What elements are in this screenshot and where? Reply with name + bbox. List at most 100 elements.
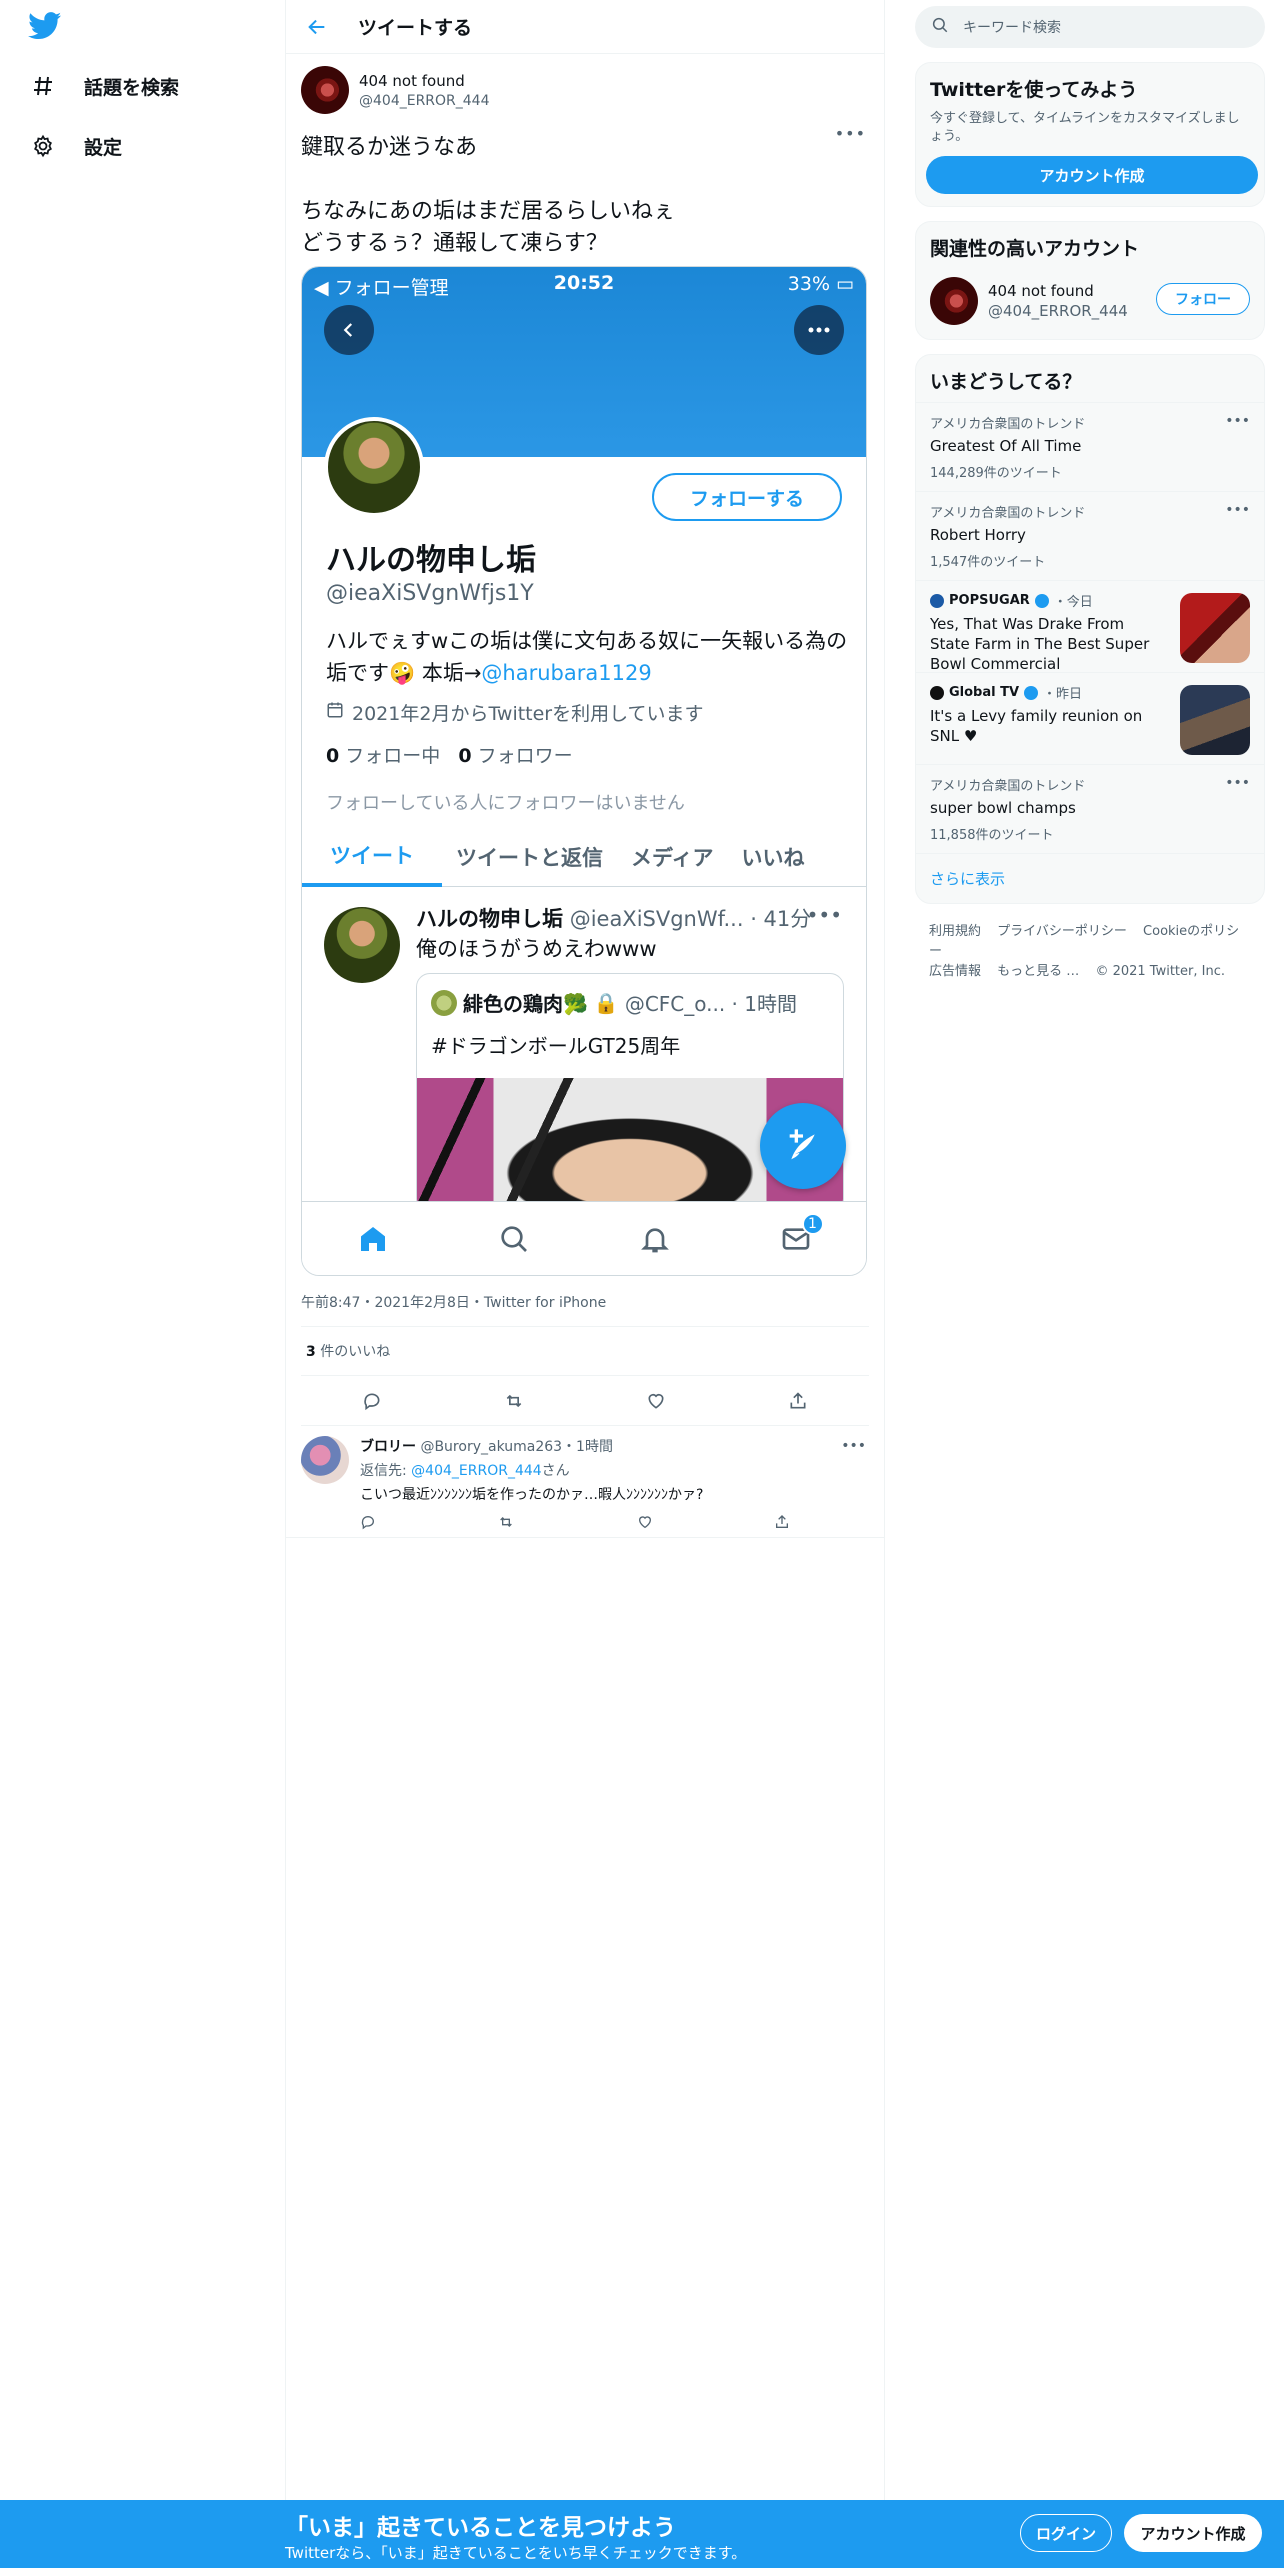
trend-context: アメリカ合衆国のトレンド (930, 506, 1086, 521)
search-icon (931, 16, 949, 38)
login-button[interactable]: ログイン (1020, 2514, 1112, 2552)
likes-number: 3 (306, 1344, 316, 1360)
trend-item[interactable]: アメリカ合衆国のトレンド super bowl champs 11,858件のツ… (916, 764, 1264, 853)
hashtag-icon (28, 71, 58, 101)
signup-card-title: Twitterを使ってみよう (930, 79, 1138, 101)
tweet-author[interactable]: 404 not found @404_ERROR_444 (301, 64, 869, 116)
main-tweet: 404 not found @404_ERROR_444 ••• 鍵取るか迷うな… (286, 54, 884, 1426)
retweet-icon[interactable] (499, 1386, 529, 1416)
phone-status-bar: ◀ フォロー管理 20:52 33% ▭ (302, 271, 866, 299)
reply-name[interactable]: ブロリー (360, 1439, 416, 1455)
trend-item[interactable]: アメリカ合衆国のトレンド Robert Horry 1,547件のツイート ••… (916, 491, 1264, 580)
reply-avatar[interactable] (301, 1436, 349, 1484)
signup-card-subtitle: 今すぐ登録して、タイムラインをカスタマイズしましょう。 (930, 111, 1240, 144)
tweet-actions (301, 1376, 869, 1426)
related-title: 関連性の高いアカウント (930, 238, 1140, 260)
trends-title: いまどうしてる？ (930, 371, 1082, 393)
show-more-link[interactable]: さらに表示 (916, 853, 1264, 903)
nav-settings-label: 設定 (84, 136, 123, 159)
tab-tweets-replies: ツイートと返信 (456, 846, 603, 870)
news-time: ・今日 (1053, 595, 1093, 610)
related-account[interactable]: 404 not found @404_ERROR_444 フォロー (916, 269, 1264, 339)
right-sidebar: キーワード検索 Twitterを使ってみよう 今すぐ登録して、タイムラインをカス… (915, 0, 1265, 1000)
twitter-logo-icon[interactable] (28, 12, 64, 42)
banner-title: 「いま」起きていることを見つけよう (285, 2515, 676, 2541)
tab-likes: いいね (741, 846, 805, 870)
footer-link[interactable]: 広告情報 (929, 964, 981, 979)
retweet-icon[interactable] (497, 1514, 515, 1534)
footer-link[interactable]: もっと見る … (997, 964, 1079, 979)
more-icon[interactable]: ••• (835, 124, 866, 143)
footer-link[interactable]: プライバシーポリシー (997, 924, 1127, 939)
nav-explore[interactable]: 話題を検索 (28, 66, 179, 106)
reply-icon[interactable] (357, 1386, 387, 1416)
news-thumbnail (1180, 685, 1250, 755)
author-name[interactable]: 404 not found (359, 72, 490, 90)
likes-label: 件のいいね (315, 1344, 391, 1360)
profile-bio: ハルでぇすwこの垢は僕に文句ある奴に一矢報いる為の垢です🤪 本垢→@haruba… (326, 625, 856, 689)
signup-button[interactable]: アカウント作成 (1124, 2514, 1262, 2552)
signup-banner: 「いま」起きていることを見つけよう Twitterなら、「いま」起きていることを… (0, 2500, 1284, 2568)
share-icon[interactable] (774, 1514, 790, 1534)
avatar[interactable] (930, 277, 978, 325)
compose-feather-icon (760, 1103, 846, 1189)
reply-icon[interactable] (360, 1514, 376, 1534)
trend-name: super bowl champs (930, 799, 1076, 817)
trend-name: Greatest Of All Time (930, 437, 1082, 455)
trend-count: 11,858件のツイート (930, 828, 1054, 843)
bell-icon (635, 1219, 675, 1259)
avatar[interactable] (301, 66, 349, 114)
followers-count: 0 (458, 745, 472, 767)
screenshot-follow-button: フォローする (652, 473, 842, 521)
related-handle[interactable]: @404_ERROR_444 (988, 302, 1128, 320)
trend-more-icon[interactable]: ••• (1225, 502, 1250, 518)
news-headline: Yes, That Was Drake From State Farm in T… (930, 615, 1150, 673)
author-handle[interactable]: @404_ERROR_444 (359, 93, 490, 109)
left-nav: 話題を検索 設定 (0, 0, 285, 2500)
main-column: ツイートする 404 not found @404_ERROR_444 ••• … (285, 0, 885, 2500)
screenshot-bottom-tabs: 1 (302, 1201, 866, 1275)
news-item[interactable]: Global TV ・昨日 It's a Levy family reunion… (916, 672, 1264, 764)
footer-link[interactable]: 利用規約 (929, 924, 981, 939)
search-input[interactable]: キーワード検索 (963, 17, 1061, 37)
gear-icon (28, 131, 58, 161)
inner-tweet-header: ハルの物申し垢 @ieaXiSVgnWf... · 41分 (416, 903, 811, 933)
search-icon (494, 1219, 534, 1259)
inner-more-icon: ••• (806, 903, 842, 927)
trends-card: いまどうしてる？ アメリカ合衆国のトレンド Greatest Of All Ti… (915, 354, 1265, 904)
nav-explore-label: 話題を検索 (84, 76, 180, 99)
tweet-image[interactable]: ◀ フォロー管理 20:52 33% ▭ フォローする ハルの物申し垢 @iea… (301, 266, 867, 1276)
profile-name: ハルの物申し垢 (326, 543, 536, 578)
tab-tweets: ツイート (302, 827, 442, 887)
home-icon (353, 1219, 393, 1259)
nav-settings[interactable]: 設定 (28, 126, 122, 166)
news-item[interactable]: POPSUGAR ・今日 Yes, That Was Drake From St… (916, 580, 1264, 673)
following-label: フォロー中 (339, 745, 441, 767)
news-thumbnail (1180, 593, 1250, 663)
like-heart-icon[interactable] (637, 1514, 653, 1534)
likes-count[interactable]: 3 件のいいね (301, 1327, 869, 1376)
reply-handle-time[interactable]: @Burory_akuma263・1時間 (420, 1439, 613, 1455)
reply-to-handle[interactable]: @404_ERROR_444 (411, 1463, 542, 1479)
verified-icon (1024, 685, 1039, 700)
search-bar[interactable]: キーワード検索 (915, 6, 1265, 48)
trend-context: アメリカ合衆国のトレンド (930, 417, 1086, 432)
verified-icon (1034, 593, 1049, 608)
trend-more-icon[interactable]: ••• (1225, 413, 1250, 429)
quote-text: #ドラゴンボールGT25周年 (431, 1034, 681, 1058)
like-heart-icon[interactable] (641, 1386, 671, 1416)
reply-tweet[interactable]: ••• ブロリー @Burory_akuma263・1時間 返信先: @404_… (286, 1426, 884, 1538)
related-accounts-card: 関連性の高いアカウント 404 not found @404_ERROR_444… (915, 221, 1265, 340)
follow-button[interactable]: フォロー (1156, 283, 1250, 315)
back-arrow-icon[interactable] (292, 2, 342, 52)
quote-handle: @CFC_o... · 1時間 (624, 992, 797, 1016)
tweet-timestamp[interactable]: 午前8:47・2021年2月8日・Twitter for iPhone (301, 1292, 869, 1327)
trend-item[interactable]: アメリカ合衆国のトレンド Greatest Of All Time 144,28… (916, 402, 1264, 491)
trend-more-icon[interactable]: ••• (1225, 775, 1250, 791)
share-icon[interactable] (783, 1386, 813, 1416)
create-account-button[interactable]: アカウント作成 (926, 156, 1258, 194)
followers-label: フォロワー (471, 745, 573, 767)
related-name[interactable]: 404 not found (988, 282, 1128, 300)
inner-tweet-handle: @ieaXiSVgnWf... · 41分 (569, 907, 812, 931)
mail-icon: 1 (776, 1212, 824, 1259)
